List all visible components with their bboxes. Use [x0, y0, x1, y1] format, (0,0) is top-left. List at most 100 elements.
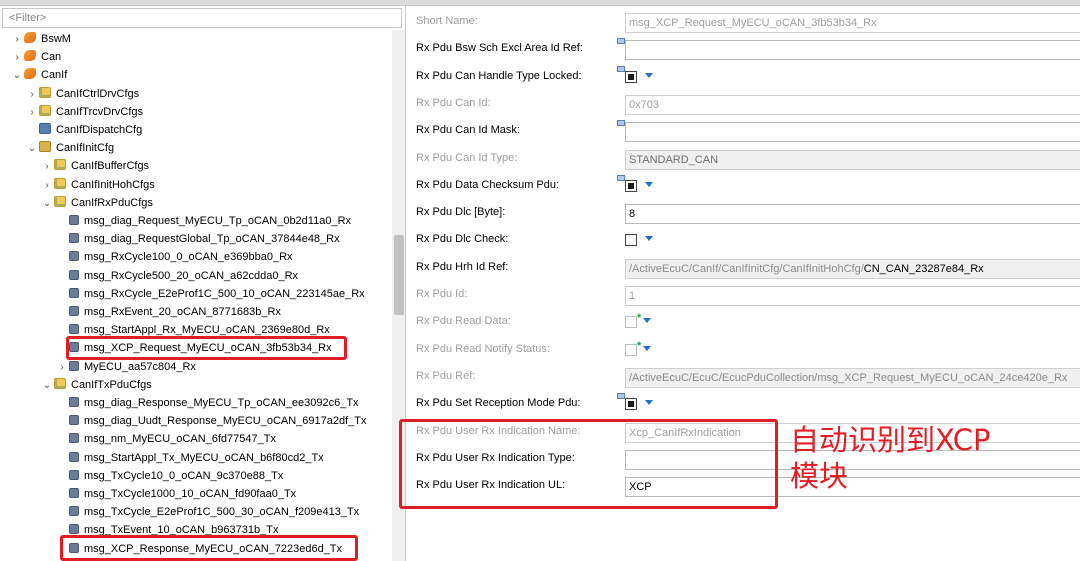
dropdown-arrow-icon[interactable]: [643, 318, 651, 324]
property-row: Rx Pdu Data Checksum Pdu:: [407, 173, 1080, 200]
chevron-right-icon[interactable]: ›: [27, 104, 37, 122]
tree-item[interactable]: ⌄ CanIf: [12, 66, 67, 84]
dropdown-arrow-icon[interactable]: [643, 345, 651, 351]
property-field: STANDARD_CAN: [625, 149, 1080, 170]
property-field[interactable]: [625, 122, 1080, 143]
pdu-icon: [69, 306, 79, 316]
tree-item[interactable]: msg_XCP_Request_MyECU_oCAN_3fb53b34_Rx: [57, 339, 332, 357]
tree-item[interactable]: msg_TxCycle_E2eProf1C_500_30_oCAN_f209e4…: [57, 503, 359, 521]
property-row: Rx Pdu Hrh Id Ref: /ActiveEcuC/CanIf/CanI…: [407, 255, 1080, 282]
tree-item-label: CanIf: [41, 69, 68, 82]
tree-item-label: msg_RxCycle100_0_oCAN_e369bba0_Rx: [84, 251, 293, 264]
tree-item-label: msg_StartAppl_Rx_MyECU_oCAN_2369e80d_Rx: [84, 324, 330, 337]
chevron-right-icon[interactable]: ›: [27, 86, 37, 104]
dropdown-arrow-icon[interactable]: [645, 72, 653, 78]
property-row: Rx Pdu Bsw Sch Excl Area Id Ref:: [407, 36, 1080, 63]
reference-icon[interactable]: [617, 174, 625, 181]
tree-item[interactable]: msg_TxCycle10_0_oCAN_9c370e88_Tx: [57, 467, 283, 485]
pdu-icon: [69, 360, 79, 371]
chevron-right-icon[interactable]: ›: [42, 177, 52, 195]
tree-item[interactable]: › BswM: [12, 30, 71, 48]
chevron-right-icon[interactable]: ›: [12, 49, 22, 67]
tree-item[interactable]: msg_nm_MyECU_oCAN_6fd77547_Tx: [57, 430, 276, 448]
checkbox[interactable]: [625, 70, 637, 83]
tree-item-label: msg_TxCycle_E2eProf1C_500_30_oCAN_f209e4…: [84, 506, 360, 519]
pdu-icon: [69, 397, 79, 407]
chevron-right-icon[interactable]: ›: [57, 359, 67, 377]
tree-item[interactable]: msg_RxCycle_E2eProf1C_500_10_oCAN_223145…: [57, 285, 365, 303]
property-row: Rx Pdu Ref: /ActiveEcuC/EcuC/EcucPduColle…: [407, 364, 1080, 391]
tree-item[interactable]: › MyECU_aa57c804_Rx: [57, 358, 196, 376]
property-label: Rx Pdu Id:: [416, 288, 468, 300]
tree-item[interactable]: msg_XCP_Response_MyECU_oCAN_7223ed6d_Tx: [57, 540, 342, 558]
tree-item[interactable]: › CanIfCtrlDrvCfgs: [27, 85, 139, 103]
reference-icon[interactable]: [617, 38, 625, 45]
filter-input[interactable]: <Filter>: [2, 8, 402, 28]
tree-item[interactable]: msg_TxCycle1000_10_oCAN_fd90faa0_Tx: [57, 485, 296, 503]
tree-item[interactable]: CanIfDispatchCfg: [27, 121, 142, 139]
property-label: Rx Pdu Can Id:: [416, 96, 491, 109]
tree-item[interactable]: msg_diag_Response_MyECU_Tp_oCAN_ee3092c6…: [57, 394, 359, 412]
property-field[interactable]: 8: [625, 204, 1080, 225]
tree-item[interactable]: ⌄ CanIfTxPduCfgs: [42, 376, 152, 394]
tree-item[interactable]: msg_StartAppl_Rx_MyECU_oCAN_2369e80d_Rx: [57, 321, 330, 339]
chevron-right-icon[interactable]: ›: [42, 158, 52, 176]
tree-item[interactable]: msg_diag_Uudt_Response_MyECU_oCAN_6917a2…: [57, 412, 367, 430]
tree-item[interactable]: msg_TxEvent_10_oCAN_b963731b_Tx: [57, 521, 278, 539]
chevron-down-icon[interactable]: ⌄: [27, 140, 37, 158]
checkbox[interactable]: [625, 234, 637, 247]
tree-item[interactable]: msg_RxCycle500_20_oCAN_a62cdda0_Rx: [57, 267, 298, 285]
chevron-down-icon[interactable]: ⌄: [12, 67, 22, 85]
tree-item[interactable]: › Can: [12, 48, 61, 66]
tree-item-label: CanIfDispatchCfg: [56, 124, 143, 136]
property-label: Rx Pdu Hrh Id Ref:: [416, 260, 509, 273]
scrollbar-thumb[interactable]: [394, 235, 404, 315]
config-icon: [39, 123, 51, 134]
path-target: msg_XCP_Request_MyECU_oCAN_24ce420e_Rx: [817, 371, 1068, 384]
tree-item-label: msg_diag_Request_MyECU_Tp_oCAN_0b2d11a0_…: [84, 215, 352, 227]
dropdown-arrow-icon[interactable]: [645, 400, 653, 406]
tree-scrollbar[interactable]: [392, 30, 405, 561]
default-marker-icon: *: [637, 339, 642, 352]
reference-icon[interactable]: [617, 65, 625, 72]
property-row: Rx Pdu Can Id Mask:: [407, 118, 1080, 145]
reference-path-field[interactable]: /ActiveEcuC/CanIf/CanIfInitCfg/CanIfInit…: [625, 258, 1080, 279]
pdu-icon: [69, 215, 79, 225]
pdu-icon: [69, 251, 79, 262]
pdu-icon: [69, 469, 79, 480]
property-row: Rx Pdu Set Reception Mode Pdu:: [407, 391, 1080, 418]
tree-item[interactable]: › CanIfInitHohCfgs: [42, 176, 155, 194]
tree-item[interactable]: msg_diag_Request_MyECU_Tp_oCAN_0b2d11a0_…: [57, 212, 351, 230]
tree-item-label: CanIfInitHohCfgs: [71, 178, 155, 191]
chevron-right-icon[interactable]: ›: [12, 31, 22, 49]
folder-icon: [54, 377, 66, 389]
tree-item[interactable]: msg_StartAppl_Tx_MyECU_oCAN_b6f80cd2_Tx: [57, 449, 324, 467]
property-field[interactable]: [625, 40, 1080, 61]
tree-item[interactable]: ⌄ CanIfRxPduCfgs: [42, 194, 153, 212]
tree-item[interactable]: › CanIfTrcvDrvCfgs: [27, 103, 143, 121]
pdu-icon: [69, 542, 79, 553]
tree-item[interactable]: › CanIfBufferCfgs: [42, 157, 149, 175]
reference-icon[interactable]: [617, 393, 625, 400]
tree-item[interactable]: msg_RxCycle100_0_oCAN_e369bba0_Rx: [57, 248, 293, 266]
tree-item-label: msg_XCP_Request_MyECU_oCAN_3fb53b34_Rx: [84, 342, 332, 355]
property-label: Rx Pdu Bsw Sch Excl Area Id Ref:: [416, 42, 583, 55]
reference-icon[interactable]: [617, 120, 625, 127]
tree-item-label: Can: [41, 51, 62, 64]
property-row: Rx Pdu Can Id: 0x703: [407, 91, 1080, 118]
property-row: Rx Pdu Can Id Type: STANDARD_CAN: [407, 146, 1080, 173]
tree-item[interactable]: msg_RxEvent_20_oCAN_8771683b_Rx: [57, 303, 281, 321]
pdu-icon: [69, 415, 79, 426]
reference-path-field[interactable]: /ActiveEcuC/EcuC/EcucPduCollection/msg_X…: [625, 367, 1080, 388]
tree-item[interactable]: msg_diag_RequestGlobal_Tp_oCAN_37844e48_…: [57, 230, 340, 248]
checkbox[interactable]: [625, 179, 637, 192]
tree-item-label: msg_RxCycle_E2eProf1C_500_10_oCAN_223145…: [84, 287, 365, 300]
module-icon: [24, 32, 36, 43]
dropdown-arrow-icon[interactable]: [645, 181, 653, 187]
chevron-down-icon[interactable]: ⌄: [42, 195, 52, 213]
dropdown-arrow-icon[interactable]: [645, 236, 653, 242]
property-label: Rx Pdu User Rx Indication Type:: [416, 451, 575, 464]
chevron-down-icon[interactable]: ⌄: [42, 377, 52, 395]
tree-item[interactable]: ⌄ CanIfInitCfg: [27, 139, 114, 157]
checkbox[interactable]: [625, 398, 637, 411]
